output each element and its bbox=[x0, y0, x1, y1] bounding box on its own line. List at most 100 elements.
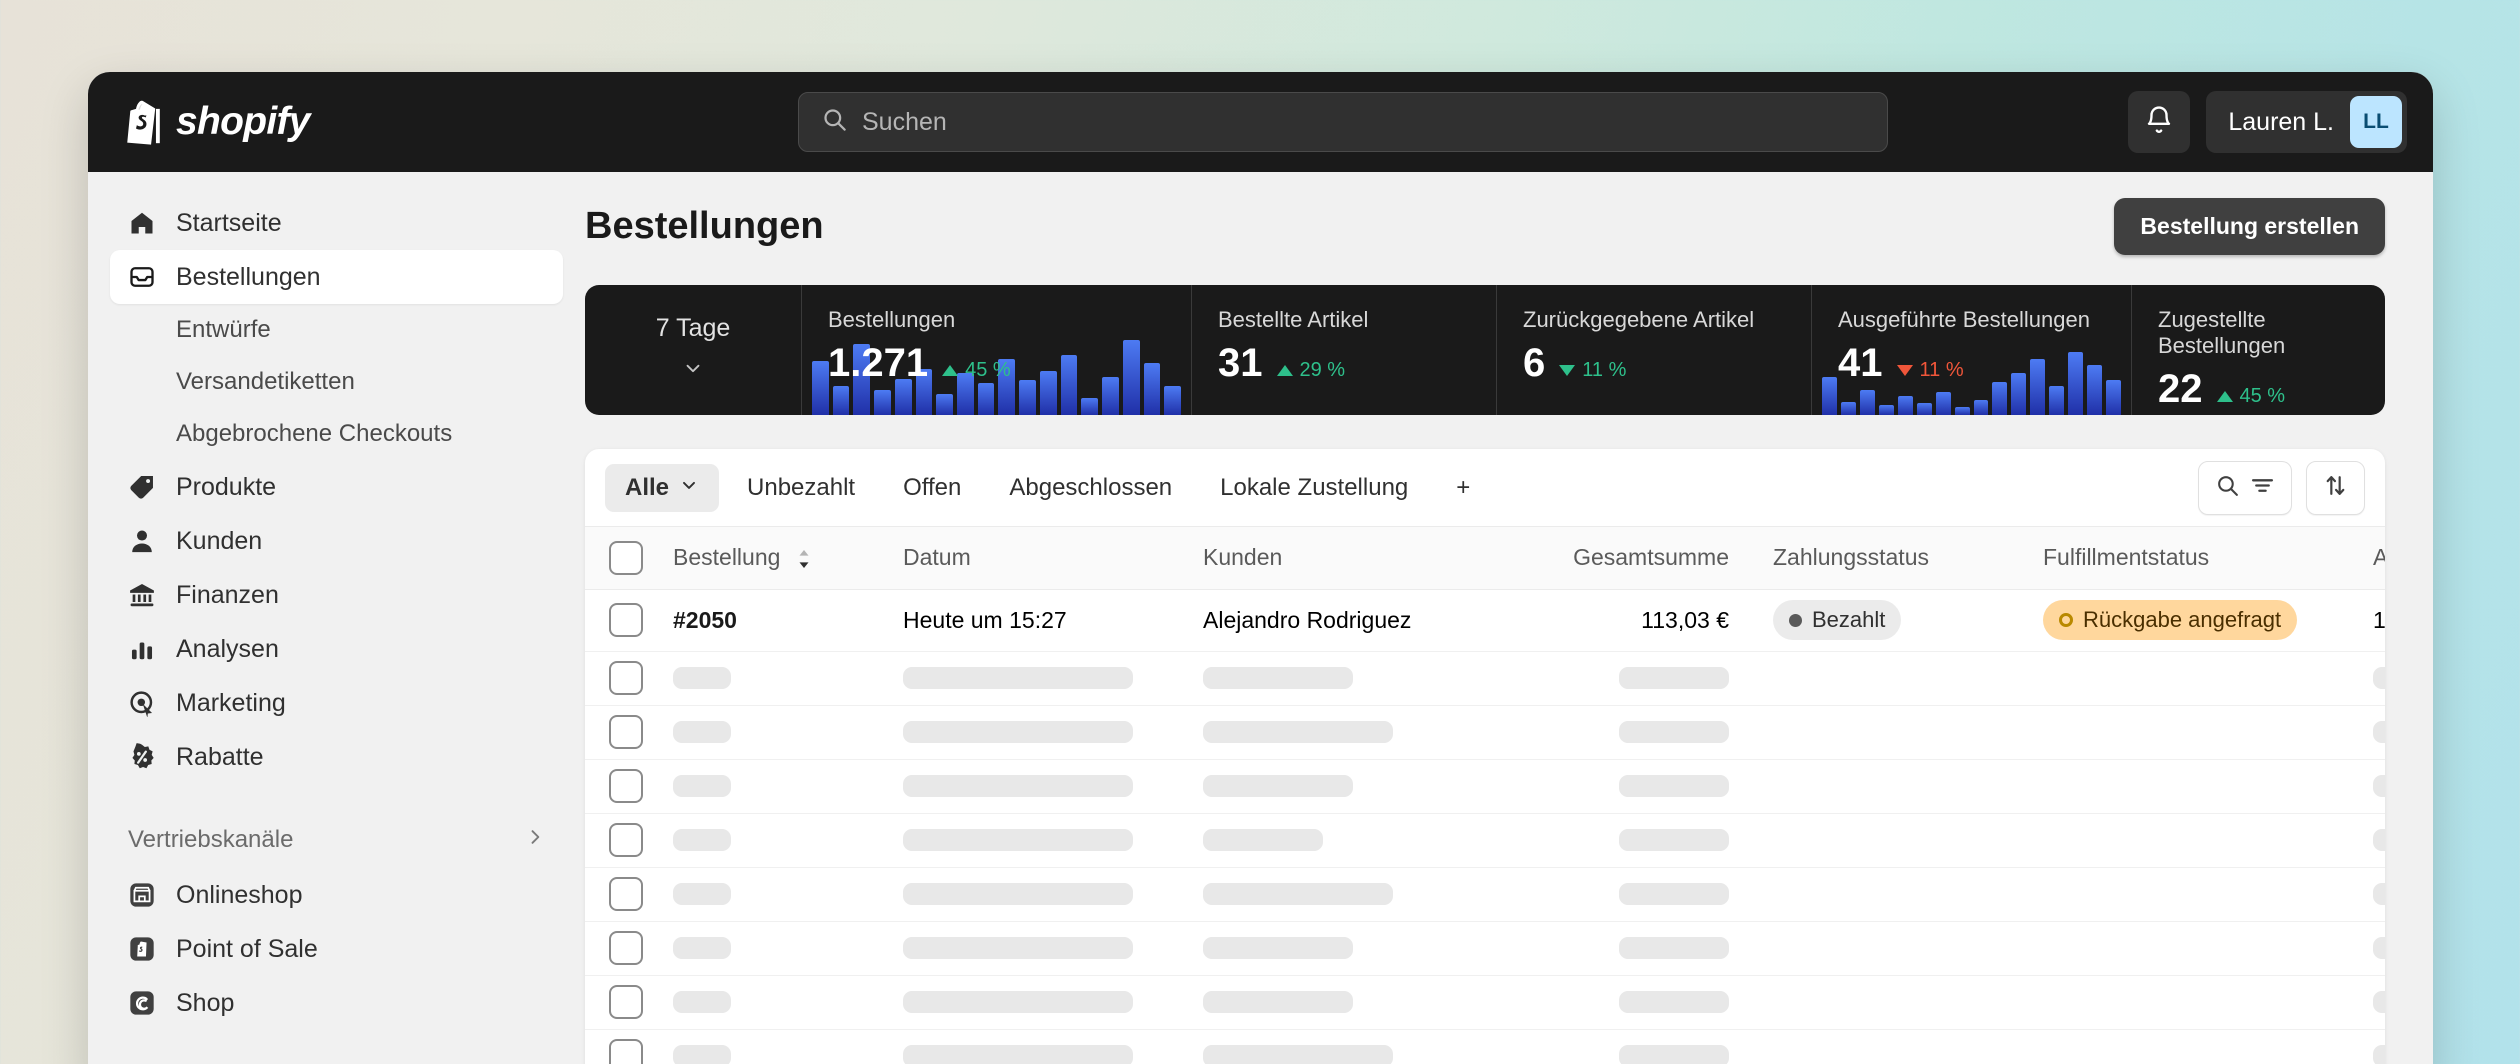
row-checkbox[interactable] bbox=[609, 603, 643, 637]
skeleton-bar bbox=[1203, 991, 1353, 1013]
metric-card-ausgefuehrte-bestellungen[interactable]: Ausgeführte Bestellungen 41 11 % bbox=[1811, 285, 2131, 415]
sidebar-subitem-abgebrochene-checkouts[interactable]: Abgebrochene Checkouts bbox=[110, 408, 563, 460]
table-row[interactable] bbox=[585, 651, 2385, 705]
row-checkbox[interactable] bbox=[609, 931, 643, 965]
row-checkbox[interactable] bbox=[609, 985, 643, 1019]
row-select-cell bbox=[585, 867, 663, 921]
cell-order-id[interactable]: #2050 bbox=[663, 589, 893, 651]
metric-card-zurueckgegebene-artikel[interactable]: Zurückgegebene Artikel 6 11 % bbox=[1496, 285, 1811, 415]
metric-delta: 45 % bbox=[2216, 385, 2285, 408]
column-header-gesamtsumme[interactable]: Gesamtsumme bbox=[1513, 527, 1763, 589]
column-header-fulfillmentstatus[interactable]: Fulfillmentstatus bbox=[2033, 527, 2363, 589]
status-badge-paid: Bezahlt bbox=[1773, 600, 1902, 640]
cell-items-placeholder bbox=[2363, 867, 2385, 921]
skeleton-bar bbox=[903, 829, 1133, 851]
cell-date: Heute um 15:27 bbox=[903, 606, 1067, 633]
table-row[interactable] bbox=[585, 1029, 2385, 1064]
sort-arrows-icon bbox=[2323, 473, 2348, 503]
tab-offen[interactable]: Offen bbox=[883, 464, 981, 512]
search-icon bbox=[821, 106, 848, 138]
table-row[interactable] bbox=[585, 759, 2385, 813]
sidebar-item-label: Point of Sale bbox=[176, 934, 318, 963]
table-row[interactable] bbox=[585, 705, 2385, 759]
global-search[interactable]: Suchen bbox=[798, 92, 1888, 152]
sidebar-item-startseite[interactable]: Startseite bbox=[110, 196, 563, 250]
row-checkbox[interactable] bbox=[609, 877, 643, 911]
sidebar-item-shop[interactable]: Shop bbox=[110, 976, 563, 1030]
sidebar-item-kunden[interactable]: Kunden bbox=[110, 514, 563, 568]
row-checkbox[interactable] bbox=[609, 769, 643, 803]
column-header-bestellung[interactable]: Bestellung bbox=[663, 527, 893, 589]
user-menu-button[interactable]: Lauren L. LL bbox=[2206, 91, 2407, 153]
metric-card-bestellte-artikel[interactable]: Bestellte Artikel 31 29 % bbox=[1191, 285, 1496, 415]
orders-table-head: Bestellung Datum Kunden Gesamtsumme Zahl… bbox=[585, 527, 2385, 589]
skeleton-bar bbox=[1619, 775, 1729, 797]
create-order-button[interactable]: Bestellung erstellen bbox=[2114, 198, 2385, 255]
cell-order-id-placeholder bbox=[663, 867, 893, 921]
skeleton-bar bbox=[903, 937, 1133, 959]
date-range-selector[interactable]: 7 Tage bbox=[585, 285, 801, 415]
metric-card-zugestellte-bestellungen[interactable]: Zugestellte Bestellungen 22 45 % bbox=[2131, 285, 2385, 415]
cell-payment-placeholder bbox=[1763, 813, 2033, 867]
order-id-link[interactable]: #2050 bbox=[673, 607, 737, 633]
shopify-logo[interactable]: shopify bbox=[122, 99, 310, 145]
row-select-cell bbox=[585, 759, 663, 813]
sidebar-item-marketing[interactable]: Marketing bbox=[110, 676, 563, 730]
table-row[interactable] bbox=[585, 921, 2385, 975]
sidebar-subitem-entwuerfe[interactable]: Entwürfe bbox=[110, 304, 563, 356]
column-header-zahlungsstatus[interactable]: Zahlungsstatus bbox=[1763, 527, 2033, 589]
top-bar-right: Lauren L. LL bbox=[2128, 91, 2407, 153]
tab-add-view-button[interactable]: + bbox=[1436, 464, 1490, 512]
row-checkbox[interactable] bbox=[609, 823, 643, 857]
table-row[interactable] bbox=[585, 813, 2385, 867]
chevron-right-icon bbox=[525, 826, 545, 854]
search-input[interactable]: Suchen bbox=[798, 92, 1888, 152]
sidebar-item-point-of-sale[interactable]: Point of Sale bbox=[110, 922, 563, 976]
cell-date-placeholder bbox=[893, 759, 1193, 813]
notifications-button[interactable] bbox=[2128, 91, 2191, 153]
tab-unbezahlt[interactable]: Unbezahlt bbox=[727, 464, 875, 512]
tab-abgeschlossen[interactable]: Abgeschlossen bbox=[989, 464, 1192, 512]
table-row[interactable] bbox=[585, 867, 2385, 921]
column-header-artikel[interactable]: Artikel bbox=[2363, 527, 2385, 589]
sidebar-section-vertriebskanaele[interactable]: Vertriebskanäle bbox=[110, 812, 563, 868]
sidebar-subitem-versandetiketten[interactable]: Versandetiketten bbox=[110, 356, 563, 408]
table-row[interactable]: #2050 Heute um 15:27 Alejandro Rodriguez… bbox=[585, 589, 2385, 651]
cell-payment-placeholder bbox=[1763, 651, 2033, 705]
cell-customer-placeholder bbox=[1193, 921, 1513, 975]
sidebar-item-produkte[interactable]: Produkte bbox=[110, 460, 563, 514]
search-and-filter-button[interactable] bbox=[2198, 460, 2292, 515]
column-header-kunden[interactable]: Kunden bbox=[1193, 527, 1513, 589]
skeleton-bar bbox=[1203, 883, 1393, 905]
row-checkbox[interactable] bbox=[609, 1039, 643, 1064]
orders-table-body: #2050 Heute um 15:27 Alejandro Rodriguez… bbox=[585, 589, 2385, 1064]
row-select-cell bbox=[585, 589, 663, 651]
tab-alle[interactable]: Alle bbox=[605, 463, 720, 512]
cell-order-id-placeholder bbox=[663, 921, 893, 975]
cell-date-placeholder bbox=[893, 651, 1193, 705]
sidebar-section-label: Vertriebskanäle bbox=[128, 826, 294, 853]
tab-lokale-zustellung[interactable]: Lokale Zustellung bbox=[1200, 464, 1428, 512]
metric-value: 31 bbox=[1218, 341, 1263, 385]
skeleton-bar bbox=[1203, 721, 1393, 743]
column-header-datum[interactable]: Datum bbox=[893, 527, 1193, 589]
cell-total-placeholder bbox=[1513, 921, 1763, 975]
avatar: LL bbox=[2350, 96, 2402, 148]
sidebar-item-bestellungen[interactable]: Bestellungen bbox=[110, 250, 563, 304]
row-checkbox[interactable] bbox=[609, 715, 643, 749]
tag-icon bbox=[128, 473, 156, 501]
row-checkbox[interactable] bbox=[609, 661, 643, 695]
sidebar-item-rabatte[interactable]: Rabatte bbox=[110, 730, 563, 784]
table-header-row: Bestellung Datum Kunden Gesamtsumme Zahl… bbox=[585, 527, 2385, 589]
select-all-checkbox[interactable] bbox=[609, 540, 643, 575]
sidebar-subitem-label: Abgebrochene Checkouts bbox=[176, 420, 453, 447]
metric-label: Zurückgegebene Artikel bbox=[1523, 307, 1755, 332]
sidebar-item-analysen[interactable]: Analysen bbox=[110, 622, 563, 676]
table-row[interactable] bbox=[585, 975, 2385, 1029]
skeleton-bar bbox=[673, 721, 731, 743]
metric-card-bestellungen[interactable]: Bestellungen 1.271 45 % bbox=[801, 285, 1191, 415]
sort-button[interactable] bbox=[2306, 460, 2365, 515]
sidebar-item-finanzen[interactable]: Finanzen bbox=[110, 568, 563, 622]
arrow-down-icon bbox=[1896, 365, 1913, 376]
sidebar-item-onlineshop[interactable]: Onlineshop bbox=[110, 868, 563, 922]
